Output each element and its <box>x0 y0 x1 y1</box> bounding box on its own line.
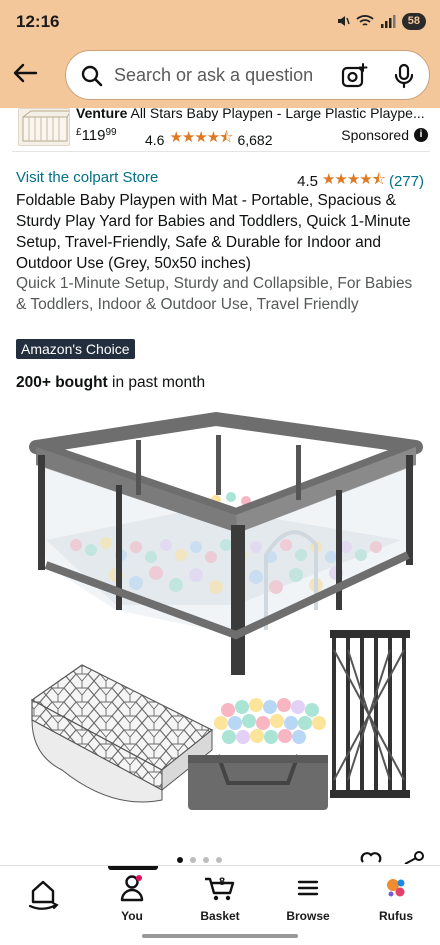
rufus-icon <box>387 879 405 897</box>
heart-icon[interactable] <box>360 850 382 864</box>
sponsored-product-title[interactable]: Venture All Stars Baby Playpen - Large P… <box>76 105 426 121</box>
bottom-navigation: You 8 Basket Browse Rufus <box>0 865 440 945</box>
search-icon <box>81 65 103 87</box>
carousel-dot[interactable] <box>177 857 183 863</box>
menu-icon <box>297 880 319 896</box>
sponsored-rating-value: 4.6 <box>145 131 165 148</box>
playpen-thumbnail-image <box>22 110 69 142</box>
playpen-product-photo <box>29 412 423 810</box>
nav-you[interactable]: You <box>92 874 172 923</box>
store-row: Visit the colpart Store 4.5 ★★★★⯪ (277) <box>16 169 424 190</box>
signal-icon <box>380 15 396 28</box>
search-input[interactable]: Search or ask a question <box>114 65 313 86</box>
sponsored-product-banner[interactable]: Venture All Stars Baby Playpen - Large P… <box>12 100 430 152</box>
sponsored-review-count: 6,682 <box>237 131 273 148</box>
carousel-dot[interactable] <box>216 857 222 863</box>
sponsored-brand: Venture <box>76 105 128 121</box>
wifi-icon <box>356 15 374 26</box>
sponsored-rating: 4.6 ★★★★⯪ 6,682 <box>145 127 273 152</box>
image-action-icons <box>360 850 424 864</box>
carousel-dot[interactable] <box>190 857 196 863</box>
sponsored-text: Sponsored <box>341 127 409 143</box>
microphone-icon[interactable] <box>393 63 415 89</box>
nav-basket[interactable]: 8 Basket <box>180 874 260 923</box>
price-whole: 119 <box>81 127 106 144</box>
nav-you-label: You <box>121 909 143 923</box>
bought-suffix: in past month <box>107 374 206 391</box>
amazons-choice-badge: Amazon's Choice <box>16 339 135 359</box>
nav-basket-label: Basket <box>200 909 240 923</box>
nav-browse[interactable]: Browse <box>268 874 348 923</box>
arrow-left-icon <box>13 63 38 83</box>
status-time: 12:16 <box>16 12 60 31</box>
mute-icon <box>337 16 350 26</box>
bought-count: 200+ bought <box>16 374 108 391</box>
camera-lens-icon[interactable] <box>340 62 368 90</box>
product-image[interactable] <box>16 405 424 850</box>
home-icon <box>28 880 59 910</box>
store-link[interactable]: Visit the colpart Store <box>16 169 158 186</box>
product-title: Foldable Baby Playpen with Mat - Portabl… <box>16 192 411 272</box>
nav-home[interactable] <box>3 874 83 917</box>
sponsored-label[interactable]: Sponsored i <box>341 127 428 143</box>
person-icon <box>120 875 144 902</box>
sponsored-price: £11999 <box>76 127 117 144</box>
status-icons: 58 <box>336 12 426 30</box>
product-subtitle: Quick 1-Minute Setup, Sturdy and Collaps… <box>16 275 413 313</box>
info-icon[interactable]: i <box>414 128 428 142</box>
price-fraction: 99 <box>105 127 117 138</box>
carousel-dot[interactable] <box>203 857 209 863</box>
share-icon[interactable] <box>402 850 424 864</box>
cart-count-badge: 8 <box>219 876 225 888</box>
nav-rufus-label: Rufus <box>379 909 413 923</box>
nav-browse-label: Browse <box>286 909 330 923</box>
product-rating-value: 4.5 <box>297 173 318 190</box>
sponsored-product-thumbnail[interactable] <box>18 108 70 146</box>
battery-indicator: 58 <box>401 12 426 30</box>
top-bar: 12:16 58 Search or ask a question <box>0 0 440 108</box>
sponsored-title-text: All Stars Baby Playpen - Large Plastic P… <box>130 105 425 121</box>
system-home-indicator[interactable] <box>142 934 298 938</box>
active-tab-indicator <box>108 866 158 870</box>
image-carousel-dots[interactable] <box>177 857 222 863</box>
nav-rufus[interactable]: Rufus <box>356 874 436 923</box>
search-bar[interactable]: Search or ask a question <box>65 50 430 100</box>
star-rating-icon: ★★★★⯪ <box>169 129 233 146</box>
bought-in-past-month: 200+ bought in past month <box>16 374 205 392</box>
status-bar: 12:16 58 <box>0 0 440 42</box>
product-rating-count[interactable]: (277) <box>389 173 424 190</box>
back-button[interactable] <box>10 58 40 88</box>
cart-icon: 8 <box>205 876 235 901</box>
